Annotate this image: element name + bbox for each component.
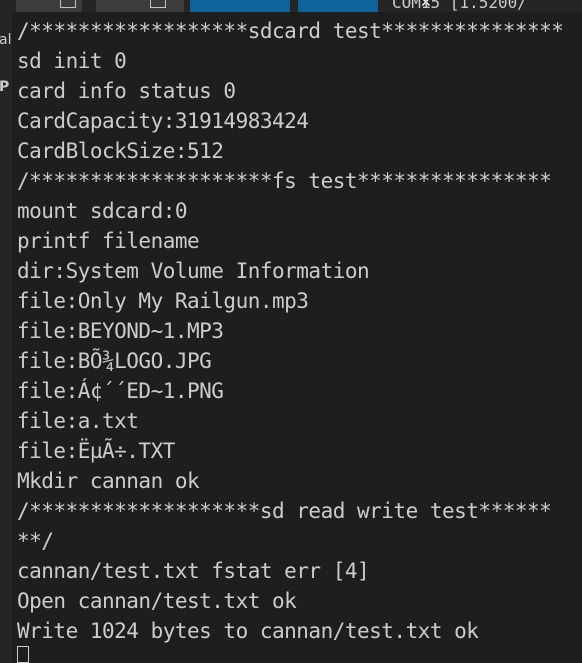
terminal-cursor bbox=[17, 646, 29, 663]
terminal-line: file:a.txt bbox=[17, 409, 139, 433]
terminal-line: Write 1024 bytes to cannan/test.txt ok bbox=[17, 619, 479, 643]
terminal-line: /********************fs test************… bbox=[17, 169, 552, 193]
active-tab[interactable]: ✕ bbox=[190, 0, 432, 12]
terminal-line: /******************sdcard test**********… bbox=[17, 19, 564, 43]
side-panel: al P bbox=[0, 12, 12, 663]
highlighted-tab[interactable] bbox=[298, 0, 378, 12]
terminal-line: mount sdcard:0 bbox=[17, 199, 188, 223]
terminal-window: ✕ COM15 [1.5200/ al P /*****************… bbox=[0, 0, 582, 663]
side-panel-label: al bbox=[0, 32, 12, 48]
window-icon bbox=[150, 0, 166, 8]
terminal-line: file:BÕ¾LOGO.JPG bbox=[17, 349, 212, 373]
terminal-line: file:BEYOND~1.MP3 bbox=[17, 319, 224, 343]
side-panel-label: P bbox=[0, 79, 10, 95]
terminal-line: file:Only My Railgun.mp3 bbox=[17, 289, 309, 313]
terminal-line: CardBlockSize:512 bbox=[17, 139, 224, 163]
editor-tab[interactable] bbox=[96, 0, 184, 12]
terminal-line: file:Á¢´´ED~1.PNG bbox=[17, 379, 224, 403]
terminal-line: printf filename bbox=[17, 229, 200, 253]
terminal-line: file:ËµÃ÷.TXT bbox=[17, 439, 175, 463]
port-label: COM15 [1.5200/ bbox=[392, 0, 527, 12]
terminal-line: /*******************sd read write test**… bbox=[17, 499, 552, 523]
terminal-line: **/ bbox=[17, 529, 54, 553]
terminal-line: Open cannan/test.txt ok bbox=[17, 589, 297, 613]
terminal-line: dir:System Volume Information bbox=[17, 259, 370, 283]
terminal-line: card info status 0 bbox=[17, 79, 236, 103]
terminal-output[interactable]: /******************sdcard test**********… bbox=[17, 16, 582, 646]
window-icon bbox=[60, 0, 76, 8]
top-tab-bar: ✕ COM15 [1.5200/ bbox=[0, 0, 582, 12]
terminal-line: CardCapacity:31914983424 bbox=[17, 109, 309, 133]
terminal-line: Mkdir cannan ok bbox=[17, 469, 200, 493]
terminal-line: sd init 0 bbox=[17, 49, 127, 73]
terminal-line: cannan/test.txt fstat err [4] bbox=[17, 559, 370, 583]
